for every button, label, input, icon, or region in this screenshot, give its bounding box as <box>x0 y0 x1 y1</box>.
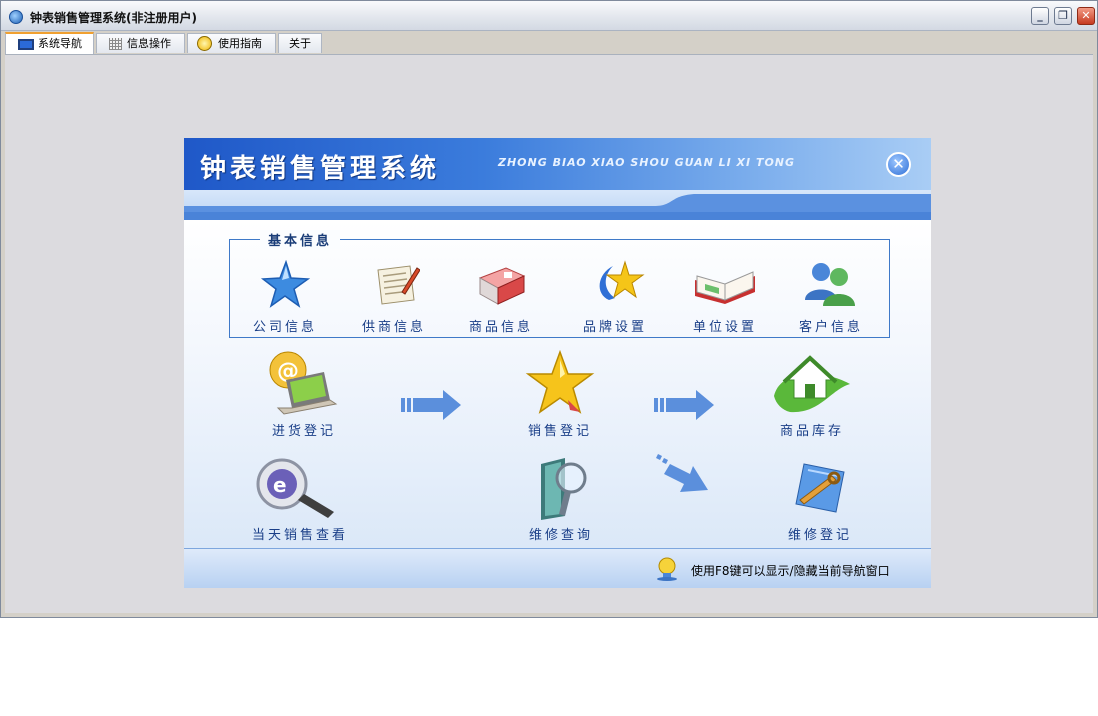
gold-star-swoosh-icon <box>599 260 645 300</box>
app-logo-icon <box>9 10 23 24</box>
tab-info-ops[interactable]: 信息操作 <box>96 33 185 53</box>
product-info-item[interactable]: 商品信息 <box>451 260 551 335</box>
book-search-icon <box>541 458 587 520</box>
wrench-tools-icon <box>795 463 845 513</box>
lightbulb-icon <box>657 557 677 581</box>
item-label: 单位设置 <box>692 320 757 335</box>
svg-text:e: e <box>273 473 287 497</box>
star-icon <box>260 260 310 308</box>
f8-hint-text: 使用F8键可以显示/隐藏当前导航窗口 <box>691 564 890 578</box>
repair-register-item[interactable]: 维修登记 <box>770 456 870 543</box>
item-label: 进货登记 <box>271 424 336 439</box>
minimize-button[interactable]: _ <box>1031 7 1049 25</box>
book-icon <box>478 267 526 305</box>
close-button[interactable]: ✕ <box>1077 7 1095 25</box>
unit-settings-item[interactable]: 单位设置 <box>675 260 775 335</box>
house-leaf-icon <box>774 355 850 413</box>
restore-button[interactable]: ❐ <box>1054 7 1072 25</box>
header-wave <box>184 194 931 220</box>
tab-user-guide[interactable]: 使用指南 <box>187 33 276 53</box>
item-label: 品牌设置 <box>582 320 647 335</box>
item-label: 客户信息 <box>798 320 863 335</box>
item-label: 商品信息 <box>468 320 533 335</box>
item-label: 维修查询 <box>528 528 593 543</box>
basic-info-legend: 基本信息 <box>260 230 341 249</box>
inventory-item[interactable]: 商品库存 <box>762 350 862 439</box>
customer-info-item[interactable]: 客户信息 <box>781 260 881 335</box>
open-book-icon <box>695 271 755 304</box>
purchase-register-item[interactable]: @ 进货登记 <box>254 350 354 439</box>
repair-query-item[interactable]: 维修查询 <box>511 456 611 543</box>
item-label: 销售登记 <box>527 424 592 439</box>
window-title: 钟表销售管理系统(非注册用户) <box>30 11 197 25</box>
item-label: 当天销售查看 <box>251 528 348 543</box>
tab-label: 信息操作 <box>127 37 171 50</box>
help-icon <box>197 36 212 51</box>
supplier-info-item[interactable]: 供商信息 <box>344 260 444 335</box>
panel-footer: 使用F8键可以显示/隐藏当前导航窗口 <box>184 548 931 588</box>
tab-about[interactable]: 关于 <box>278 33 322 53</box>
monitor-icon <box>18 39 34 50</box>
tab-bar: 系统导航 信息操作 使用指南 关于 <box>5 32 1093 55</box>
laptop-email-icon: @ <box>269 351 338 415</box>
panel-close-button[interactable]: ✕ <box>886 152 911 177</box>
grid-icon <box>109 38 122 50</box>
gold-star-icon <box>525 350 595 414</box>
company-info-item[interactable]: 公司信息 <box>235 260 335 335</box>
today-sales-view-item[interactable]: e 当天销售查看 <box>250 456 350 543</box>
panel-header: 钟表销售管理系统 ZHONG BIAO XIAO SHOU GUAN LI XI… <box>184 138 931 190</box>
item-label: 商品库存 <box>779 424 844 439</box>
arrow-right-icon <box>654 390 714 420</box>
item-label: 维修登记 <box>787 528 852 543</box>
tab-label: 关于 <box>289 37 311 50</box>
magnifier-icon: e <box>256 458 334 518</box>
sales-register-item[interactable]: 销售登记 <box>510 350 610 439</box>
tab-label: 系统导航 <box>38 37 82 50</box>
brand-settings-item[interactable]: 品牌设置 <box>565 260 665 335</box>
arrow-diagonal-icon <box>656 454 708 492</box>
tab-label: 使用指南 <box>218 37 262 50</box>
arrow-right-icon <box>401 390 461 420</box>
tab-system-nav[interactable]: 系统导航 <box>5 32 94 54</box>
panel-pinyin-subtitle: ZHONG BIAO XIAO SHOU GUAN LI XI TONG <box>498 156 796 169</box>
item-label: 公司信息 <box>252 320 317 335</box>
notepad-pen-icon <box>377 265 420 305</box>
title-bar[interactable]: 钟表销售管理系统(非注册用户) _ ❐ ✕ <box>1 1 1097 31</box>
panel-title: 钟表销售管理系统 <box>200 154 441 184</box>
users-icon <box>805 263 855 306</box>
navigation-panel: 钟表销售管理系统 ZHONG BIAO XIAO SHOU GUAN LI XI… <box>184 138 931 588</box>
item-label: 供商信息 <box>361 320 426 335</box>
